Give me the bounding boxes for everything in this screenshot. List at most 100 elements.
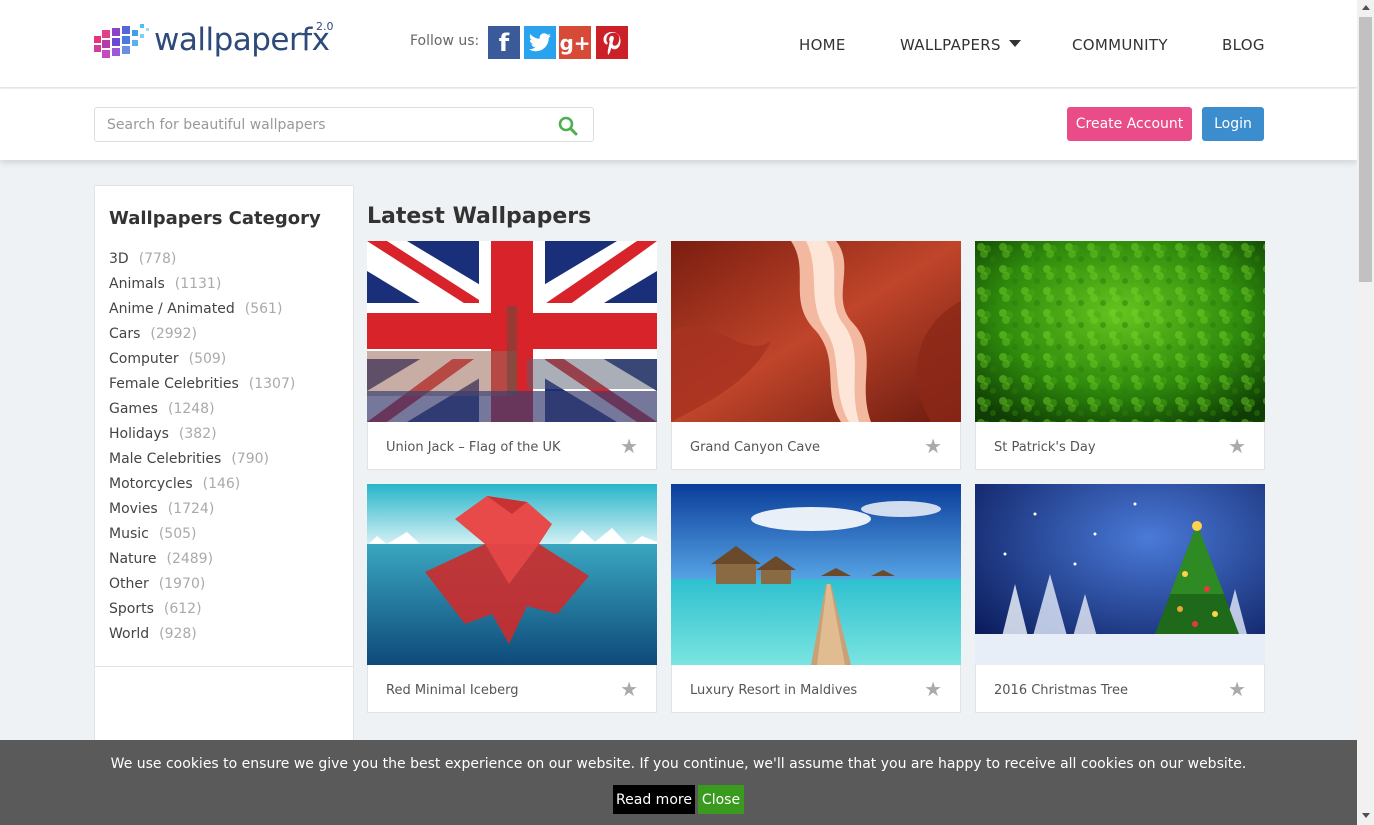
category-count: (1724) bbox=[167, 501, 215, 517]
favorite-star-icon[interactable]: ★ bbox=[620, 679, 638, 699]
wallpaper-title[interactable]: Luxury Resort in Maldives bbox=[690, 683, 857, 698]
category-item[interactable]: Computer (509) bbox=[109, 351, 295, 376]
category-item[interactable]: Movies (1724) bbox=[109, 501, 295, 526]
category-item[interactable]: Anime / Animated (561) bbox=[109, 301, 295, 326]
favorite-star-icon[interactable]: ★ bbox=[620, 436, 638, 456]
category-count: (1307) bbox=[248, 376, 296, 392]
follow-us-label: Follow us: bbox=[410, 33, 480, 49]
wallpaper-card[interactable]: Luxury Resort in Maldives ★ bbox=[671, 484, 961, 713]
wallpaper-title[interactable]: Red Minimal Iceberg bbox=[386, 683, 518, 698]
category-name: Animals bbox=[109, 276, 165, 292]
nav-community[interactable]: COMMUNITY bbox=[1072, 36, 1168, 54]
login-button[interactable]: Login bbox=[1202, 107, 1264, 141]
facebook-icon[interactable]: f bbox=[488, 26, 520, 59]
category-name: Other bbox=[109, 576, 149, 592]
category-count: (928) bbox=[159, 626, 197, 642]
twitter-icon[interactable] bbox=[524, 26, 556, 59]
red-iceberg-thumbnail[interactable] bbox=[367, 484, 657, 665]
category-count: (1970) bbox=[158, 576, 206, 592]
wallpaper-card[interactable]: Red Minimal Iceberg ★ bbox=[367, 484, 657, 713]
wallpaper-title[interactable]: Grand Canyon Cave bbox=[690, 440, 820, 455]
logo-version: 2.0 bbox=[316, 20, 334, 33]
logo-mosaic-icon bbox=[94, 24, 149, 58]
favorite-star-icon[interactable]: ★ bbox=[924, 679, 942, 699]
category-count: (612) bbox=[163, 601, 202, 617]
category-name: Male Celebrities bbox=[109, 451, 222, 467]
grand-canyon-cave-thumbnail[interactable] bbox=[671, 241, 961, 422]
cookie-banner: We use cookies to ensure we give you the… bbox=[0, 740, 1357, 825]
sidebar-title: Wallpapers Category bbox=[109, 208, 321, 229]
category-item[interactable]: Female Celebrities (1307) bbox=[109, 376, 295, 401]
category-name: Sports bbox=[109, 601, 154, 617]
category-item[interactable]: Cars (2992) bbox=[109, 326, 295, 351]
nav-home[interactable]: HOME bbox=[799, 36, 846, 54]
site-logo[interactable]: wallpaperfx 2.0 bbox=[94, 16, 334, 66]
top-header: wallpaperfx 2.0 Follow us: f g+ HOME WAL… bbox=[0, 0, 1357, 88]
category-item[interactable]: Sports (612) bbox=[109, 601, 295, 626]
nav-blog[interactable]: BLOG bbox=[1222, 36, 1265, 54]
favorite-star-icon[interactable]: ★ bbox=[1228, 436, 1246, 456]
wallpaper-title[interactable]: Union Jack – Flag of the UK bbox=[386, 440, 561, 455]
category-item[interactable]: Male Celebrities (790) bbox=[109, 451, 295, 476]
wallpaper-card[interactable]: Union Jack – Flag of the UK ★ bbox=[367, 241, 657, 470]
page-scrollbar[interactable] bbox=[1357, 0, 1374, 825]
category-item[interactable]: Holidays (382) bbox=[109, 426, 295, 451]
category-count: (146) bbox=[202, 476, 241, 492]
close-cookie-button[interactable]: Close bbox=[698, 785, 744, 814]
wallpaper-card[interactable]: St Patrick's Day ★ bbox=[975, 241, 1265, 470]
wallpaper-card[interactable]: 2016 Christmas Tree ★ bbox=[975, 484, 1265, 713]
category-item[interactable]: Games (1248) bbox=[109, 401, 295, 426]
category-count: (1248) bbox=[167, 401, 215, 417]
wallpaper-title[interactable]: 2016 Christmas Tree bbox=[994, 683, 1128, 698]
wallpaper-card[interactable]: Grand Canyon Cave ★ bbox=[671, 241, 961, 470]
category-item[interactable]: Motorcycles (146) bbox=[109, 476, 295, 501]
category-name: Computer bbox=[109, 351, 179, 367]
category-count: (1131) bbox=[174, 276, 222, 292]
wallpaper-title[interactable]: St Patrick's Day bbox=[994, 440, 1096, 455]
sidebar-divider bbox=[95, 666, 353, 667]
category-name: World bbox=[109, 626, 150, 642]
favorite-star-icon[interactable]: ★ bbox=[1228, 679, 1246, 699]
christmas-tree-thumbnail[interactable] bbox=[975, 484, 1265, 665]
cookie-message: We use cookies to ensure we give you the… bbox=[110, 756, 1247, 772]
category-count: (2992) bbox=[150, 326, 197, 342]
category-item[interactable]: Music (505) bbox=[109, 526, 295, 551]
category-item[interactable]: Other (1970) bbox=[109, 576, 295, 601]
pinterest-p-icon bbox=[603, 31, 621, 55]
category-name: Nature bbox=[109, 551, 157, 567]
category-count: (2489) bbox=[166, 551, 214, 567]
category-item[interactable]: Animals (1131) bbox=[109, 276, 295, 301]
read-more-button[interactable]: Read more bbox=[613, 785, 695, 814]
scrollbar-thumb[interactable] bbox=[1359, 17, 1372, 282]
search-input[interactable] bbox=[94, 107, 594, 142]
scroll-up-arrow-icon[interactable] bbox=[1362, 5, 1370, 10]
twitter-bird-icon bbox=[529, 32, 551, 51]
create-account-button[interactable]: Create Account bbox=[1067, 107, 1192, 141]
category-name: 3D bbox=[109, 251, 129, 267]
union-jack-thumbnail[interactable] bbox=[367, 241, 657, 422]
google-plus-icon[interactable]: g+ bbox=[559, 26, 591, 59]
category-item[interactable]: Nature (2489) bbox=[109, 551, 295, 576]
nav-wallpapers-label: WALLPAPERS bbox=[900, 36, 1001, 54]
category-name: Games bbox=[109, 401, 158, 417]
category-count: (382) bbox=[178, 426, 217, 442]
category-count: (505) bbox=[158, 526, 197, 542]
category-name: Movies bbox=[109, 501, 158, 517]
maldives-resort-thumbnail[interactable] bbox=[671, 484, 961, 665]
category-count: (790) bbox=[231, 451, 269, 467]
category-name: Cars bbox=[109, 326, 141, 342]
favorite-star-icon[interactable]: ★ bbox=[924, 436, 942, 456]
category-item[interactable]: 3D (778) bbox=[109, 251, 295, 276]
search-bar: Create Account Login bbox=[0, 89, 1357, 160]
category-name: Motorcycles bbox=[109, 476, 193, 492]
pinterest-icon[interactable] bbox=[596, 26, 628, 59]
category-count: (561) bbox=[244, 301, 283, 317]
nav-wallpapers[interactable]: WALLPAPERS bbox=[900, 36, 1021, 54]
category-sidebar: Wallpapers Category 3D (778) Animals (1131… bbox=[94, 185, 354, 745]
category-name: Anime / Animated bbox=[109, 301, 235, 317]
st-patricks-day-thumbnail[interactable] bbox=[975, 241, 1265, 422]
category-list: 3D (778) Animals (1131) Anime / Animated (5… bbox=[109, 251, 295, 651]
category-item[interactable]: World (928) bbox=[109, 626, 295, 651]
scroll-down-arrow-icon[interactable] bbox=[1362, 813, 1370, 818]
search-icon[interactable] bbox=[558, 116, 578, 136]
